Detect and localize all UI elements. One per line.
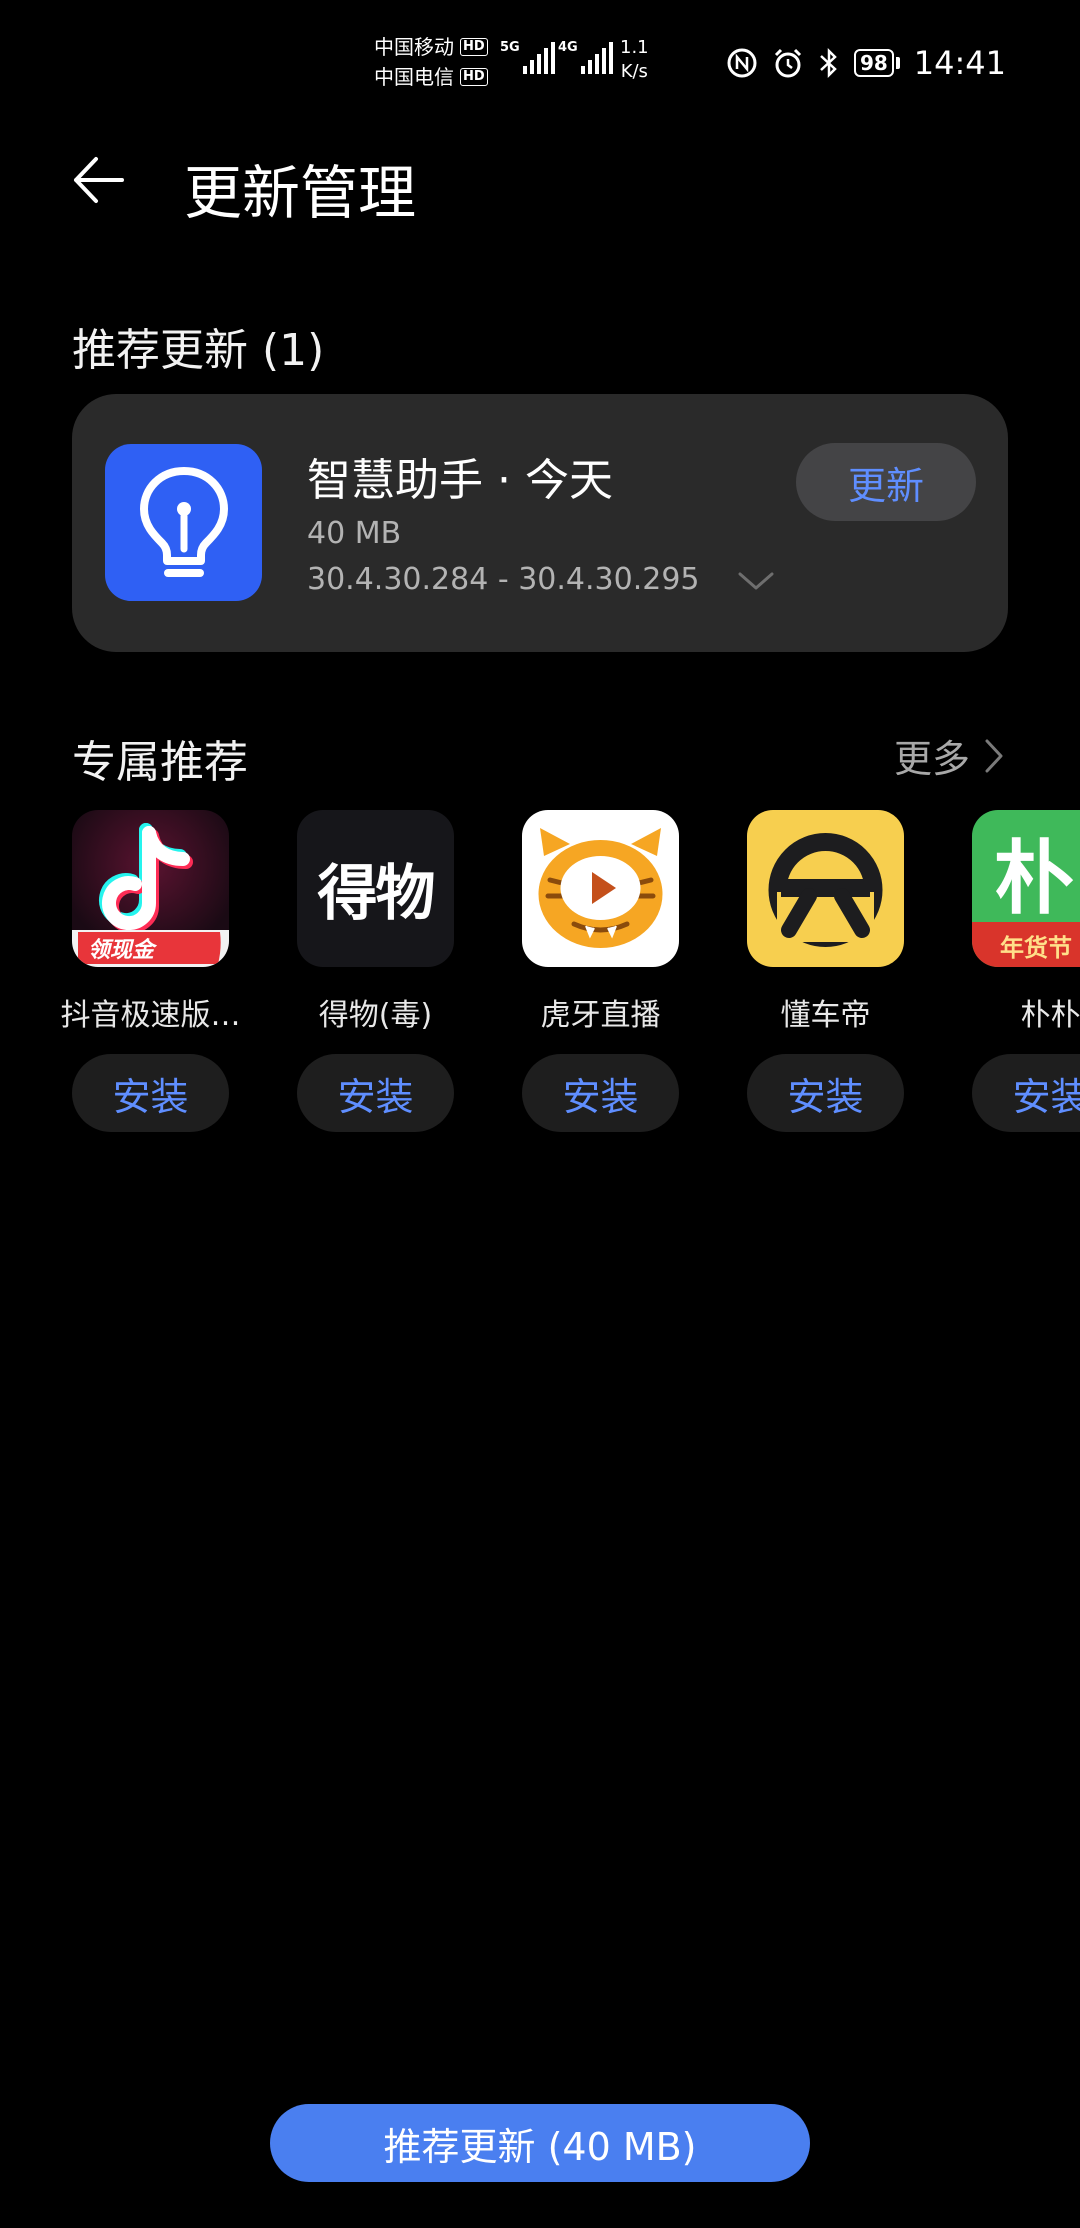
carrier-2: 中国电信 [374, 65, 454, 89]
alarm-icon [774, 48, 801, 78]
page-title: 更新管理 [184, 159, 417, 227]
signal-4g-icon: 4G [558, 40, 613, 74]
rec-app-pupu[interactable]: 朴 年货节 朴朴 安装 [972, 810, 1080, 1132]
hd-badge: HD [460, 68, 488, 86]
update-button[interactable]: 更新 [796, 443, 976, 521]
hd-badge: HD [460, 38, 488, 56]
carrier-info: 中国移动 HD 中国电信 HD [374, 32, 488, 92]
rec-app-dewu[interactable]: 得物 得物(毒) 安装 [297, 810, 454, 1132]
network-speed: 1.1 K/s [620, 37, 649, 82]
chevron-right-icon [985, 739, 1003, 772]
pupu-logo-text: 朴 [994, 832, 1074, 925]
back-button[interactable] [70, 150, 140, 210]
install-button[interactable]: 安装 [972, 1054, 1080, 1132]
douyin-lite-icon[interactable]: 领现金 [72, 810, 229, 967]
rec-app-name: 得物(毒) [318, 998, 433, 1033]
chevron-down-icon[interactable] [736, 562, 776, 598]
rec-app-huya[interactable]: 虎牙直播 安装 [522, 810, 679, 1132]
carrier-1: 中国移动 [374, 35, 454, 59]
install-button[interactable]: 安装 [297, 1054, 454, 1132]
dewu-logo-text: 得物 [317, 859, 436, 929]
rec-app-douyin[interactable]: 领现金 抖音极速版… 安装 [61, 810, 241, 1132]
pupu-badge: 年货节 [1000, 934, 1072, 962]
rec-app-name: 虎牙直播 [540, 998, 661, 1033]
install-button[interactable]: 安装 [522, 1054, 679, 1132]
update-card[interactable]: 智慧助手 · 今天 40 MB 30.4.30.284 - 30.4.30.29… [72, 394, 1008, 652]
back-arrow-icon [74, 157, 124, 203]
rec-app-name: 抖音极速版… [60, 998, 241, 1033]
update-app-size: 40 MB [307, 516, 402, 551]
dongchedi-icon[interactable] [747, 810, 904, 967]
install-button[interactable]: 安装 [747, 1054, 904, 1132]
more-label: 更多 [893, 737, 970, 781]
lightbulb-icon [105, 444, 262, 601]
rec-app-name: 懂车帝 [780, 998, 871, 1033]
install-button[interactable]: 安装 [72, 1054, 229, 1132]
dewu-icon[interactable]: 得物 [297, 810, 454, 967]
status-icons: 98 14:41 [726, 44, 1006, 82]
nfc-icon [727, 48, 757, 78]
bluetooth-icon [820, 47, 837, 79]
update-app-name: 智慧助手 · 今天 [307, 455, 613, 506]
more-link[interactable]: 更多 [894, 728, 1004, 783]
douyin-badge: 领现金 [88, 938, 155, 963]
exclusive-recommendations-title: 专属推荐 [72, 737, 248, 788]
rec-app-name: 朴朴 [1020, 998, 1080, 1033]
recommended-updates-title: 推荐更新 (1) [72, 325, 325, 376]
battery-icon: 98 [853, 49, 900, 77]
clock: 14:41 [913, 44, 1006, 82]
huya-icon[interactable] [522, 810, 679, 967]
rec-app-dongchedi[interactable]: 懂车帝 安装 [747, 810, 904, 1132]
status-bar: 中国移动 HD 中国电信 HD 5G 4G 1.1 K/s 98 14:41 [0, 0, 1080, 120]
signal-5g-icon: 5G [500, 40, 555, 74]
recommended-update-all-button[interactable]: 推荐更新 (40 MB) [270, 2104, 810, 2182]
pupu-icon[interactable]: 朴 年货节 [972, 810, 1080, 967]
update-app-version: 30.4.30.284 - 30.4.30.295 [307, 562, 700, 597]
